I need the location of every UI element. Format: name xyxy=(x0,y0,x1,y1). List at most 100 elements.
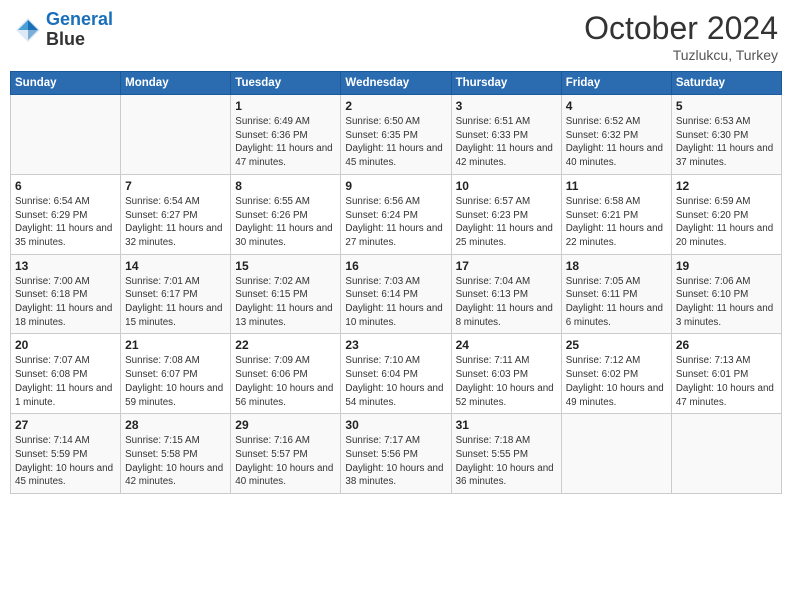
calendar-cell xyxy=(11,95,121,175)
logo-line2: Blue xyxy=(46,30,113,50)
day-number: 9 xyxy=(345,179,446,193)
day-info: Sunrise: 6:54 AM Sunset: 6:29 PM Dayligh… xyxy=(15,195,116,250)
calendar-cell: 23 Sunrise: 7:10 AM Sunset: 6:04 PM Dayli… xyxy=(341,334,451,414)
day-number: 13 xyxy=(15,259,116,273)
weekday-header-row: SundayMondayTuesdayWednesdayThursdayFrid… xyxy=(11,72,782,95)
weekday-header: Monday xyxy=(121,72,231,95)
day-info: Sunrise: 7:10 AM Sunset: 6:04 PM Dayligh… xyxy=(345,354,446,409)
day-info: Sunrise: 7:03 AM Sunset: 6:14 PM Dayligh… xyxy=(345,275,446,330)
day-number: 18 xyxy=(566,259,667,273)
calendar-cell: 2 Sunrise: 6:50 AM Sunset: 6:35 PM Daylig… xyxy=(341,95,451,175)
day-info: Sunrise: 6:55 AM Sunset: 6:26 PM Dayligh… xyxy=(235,195,336,250)
calendar-cell: 8 Sunrise: 6:55 AM Sunset: 6:26 PM Daylig… xyxy=(231,174,341,254)
calendar-cell: 15Sunrise: 7:02 AM Sunset: 6:15 PM Dayli… xyxy=(231,254,341,334)
title-block: October 2024 Tuzlukcu, Turkey xyxy=(584,10,778,63)
calendar-cell xyxy=(121,95,231,175)
calendar-week-row: 20 Sunrise: 7:07 AM Sunset: 6:08 PM Dayli… xyxy=(11,334,782,414)
day-info: Sunrise: 7:09 AM Sunset: 6:06 PM Dayligh… xyxy=(235,354,336,409)
calendar-cell: 9 Sunrise: 6:56 AM Sunset: 6:24 PM Daylig… xyxy=(341,174,451,254)
day-info: Sunrise: 7:16 AM Sunset: 5:57 PM Dayligh… xyxy=(235,434,336,489)
day-info: Sunrise: 6:58 AM Sunset: 6:21 PM Dayligh… xyxy=(566,195,667,250)
day-info: Sunrise: 7:00 AM Sunset: 6:18 PM Dayligh… xyxy=(15,275,116,330)
day-info: Sunrise: 7:04 AM Sunset: 6:13 PM Dayligh… xyxy=(456,275,557,330)
calendar-cell xyxy=(561,414,671,494)
weekday-header: Wednesday xyxy=(341,72,451,95)
day-number: 5 xyxy=(676,99,777,113)
day-info: Sunrise: 6:50 AM Sunset: 6:35 PM Dayligh… xyxy=(345,115,446,170)
day-number: 17 xyxy=(456,259,557,273)
calendar-cell: 21 Sunrise: 7:08 AM Sunset: 6:07 PM Dayli… xyxy=(121,334,231,414)
calendar-cell xyxy=(671,414,781,494)
calendar-cell: 18Sunrise: 7:05 AM Sunset: 6:11 PM Dayli… xyxy=(561,254,671,334)
day-number: 28 xyxy=(125,418,226,432)
day-number: 12 xyxy=(676,179,777,193)
day-info: Sunrise: 6:52 AM Sunset: 6:32 PM Dayligh… xyxy=(566,115,667,170)
calendar-cell: 4 Sunrise: 6:52 AM Sunset: 6:32 PM Daylig… xyxy=(561,95,671,175)
day-info: Sunrise: 7:13 AM Sunset: 6:01 PM Dayligh… xyxy=(676,354,777,409)
weekday-header: Saturday xyxy=(671,72,781,95)
day-info: Sunrise: 7:02 AM Sunset: 6:15 PM Dayligh… xyxy=(235,275,336,330)
calendar-cell: 12 Sunrise: 6:59 AM Sunset: 6:20 PM Dayli… xyxy=(671,174,781,254)
day-number: 7 xyxy=(125,179,226,193)
day-number: 11 xyxy=(566,179,667,193)
logo-icon xyxy=(14,16,42,44)
day-info: Sunrise: 7:08 AM Sunset: 6:07 PM Dayligh… xyxy=(125,354,226,409)
day-info: Sunrise: 6:56 AM Sunset: 6:24 PM Dayligh… xyxy=(345,195,446,250)
day-number: 20 xyxy=(15,338,116,352)
day-number: 4 xyxy=(566,99,667,113)
calendar-table: SundayMondayTuesdayWednesdayThursdayFrid… xyxy=(10,71,782,494)
day-number: 1 xyxy=(235,99,336,113)
day-info: Sunrise: 6:51 AM Sunset: 6:33 PM Dayligh… xyxy=(456,115,557,170)
day-number: 22 xyxy=(235,338,336,352)
weekday-header: Friday xyxy=(561,72,671,95)
day-number: 21 xyxy=(125,338,226,352)
day-info: Sunrise: 7:18 AM Sunset: 5:55 PM Dayligh… xyxy=(456,434,557,489)
calendar-cell: 11 Sunrise: 6:58 AM Sunset: 6:21 PM Dayli… xyxy=(561,174,671,254)
calendar-cell: 25Sunrise: 7:12 AM Sunset: 6:02 PM Dayli… xyxy=(561,334,671,414)
month-title: October 2024 xyxy=(584,10,778,47)
calendar-cell: 7Sunrise: 6:54 AM Sunset: 6:27 PM Daylig… xyxy=(121,174,231,254)
calendar-cell: 14 Sunrise: 7:01 AM Sunset: 6:17 PM Dayli… xyxy=(121,254,231,334)
calendar-cell: 30 Sunrise: 7:17 AM Sunset: 5:56 PM Dayli… xyxy=(341,414,451,494)
day-number: 29 xyxy=(235,418,336,432)
calendar-cell: 16 Sunrise: 7:03 AM Sunset: 6:14 PM Dayli… xyxy=(341,254,451,334)
day-number: 16 xyxy=(345,259,446,273)
day-number: 31 xyxy=(456,418,557,432)
calendar-cell: 17 Sunrise: 7:04 AM Sunset: 6:13 PM Dayli… xyxy=(451,254,561,334)
day-number: 23 xyxy=(345,338,446,352)
calendar-cell: 27Sunrise: 7:14 AM Sunset: 5:59 PM Dayli… xyxy=(11,414,121,494)
day-number: 2 xyxy=(345,99,446,113)
weekday-header: Tuesday xyxy=(231,72,341,95)
calendar-cell: 22 Sunrise: 7:09 AM Sunset: 6:06 PM Dayli… xyxy=(231,334,341,414)
day-info: Sunrise: 7:06 AM Sunset: 6:10 PM Dayligh… xyxy=(676,275,777,330)
page-header: General Blue October 2024 Tuzlukcu, Turk… xyxy=(10,10,782,63)
calendar-week-row: 6 Sunrise: 6:54 AM Sunset: 6:29 PM Daylig… xyxy=(11,174,782,254)
day-number: 10 xyxy=(456,179,557,193)
day-number: 30 xyxy=(345,418,446,432)
day-info: Sunrise: 7:07 AM Sunset: 6:08 PM Dayligh… xyxy=(15,354,116,409)
calendar-week-row: 1 Sunrise: 6:49 AM Sunset: 6:36 PM Daylig… xyxy=(11,95,782,175)
day-number: 6 xyxy=(15,179,116,193)
day-number: 25 xyxy=(566,338,667,352)
day-info: Sunrise: 6:49 AM Sunset: 6:36 PM Dayligh… xyxy=(235,115,336,170)
calendar-cell: 3Sunrise: 6:51 AM Sunset: 6:33 PM Daylig… xyxy=(451,95,561,175)
day-info: Sunrise: 7:14 AM Sunset: 5:59 PM Dayligh… xyxy=(15,434,116,489)
calendar-cell: 13 Sunrise: 7:00 AM Sunset: 6:18 PM Dayli… xyxy=(11,254,121,334)
day-info: Sunrise: 6:59 AM Sunset: 6:20 PM Dayligh… xyxy=(676,195,777,250)
calendar-cell: 6 Sunrise: 6:54 AM Sunset: 6:29 PM Daylig… xyxy=(11,174,121,254)
day-number: 14 xyxy=(125,259,226,273)
calendar-week-row: 27Sunrise: 7:14 AM Sunset: 5:59 PM Dayli… xyxy=(11,414,782,494)
day-number: 26 xyxy=(676,338,777,352)
day-number: 24 xyxy=(456,338,557,352)
day-info: Sunrise: 6:53 AM Sunset: 6:30 PM Dayligh… xyxy=(676,115,777,170)
calendar-cell: 19 Sunrise: 7:06 AM Sunset: 6:10 PM Dayli… xyxy=(671,254,781,334)
calendar-cell: 28Sunrise: 7:15 AM Sunset: 5:58 PM Dayli… xyxy=(121,414,231,494)
calendar-cell: 10Sunrise: 6:57 AM Sunset: 6:23 PM Dayli… xyxy=(451,174,561,254)
day-info: Sunrise: 7:17 AM Sunset: 5:56 PM Dayligh… xyxy=(345,434,446,489)
logo-line1: General xyxy=(46,9,113,29)
day-number: 19 xyxy=(676,259,777,273)
day-number: 8 xyxy=(235,179,336,193)
logo-text: General Blue xyxy=(46,10,113,50)
day-info: Sunrise: 7:01 AM Sunset: 6:17 PM Dayligh… xyxy=(125,275,226,330)
logo: General Blue xyxy=(14,10,113,50)
